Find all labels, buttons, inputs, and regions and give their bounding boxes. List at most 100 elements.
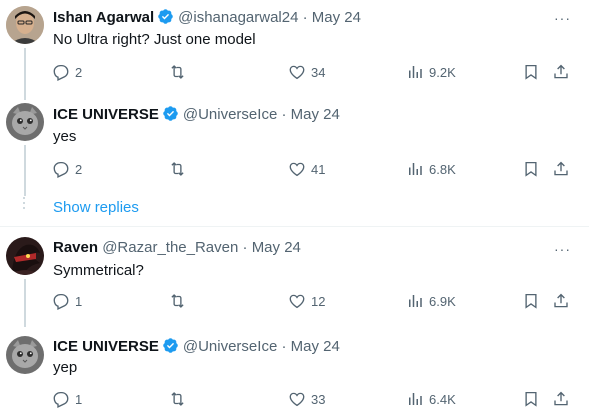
- timestamp[interactable]: May 24: [291, 338, 340, 355]
- thread-line: [24, 48, 26, 100]
- reply-count: 2: [75, 64, 83, 80]
- bookmark-icon: [522, 63, 540, 81]
- retweet-button[interactable]: [168, 291, 187, 311]
- handle[interactable]: @UniverseIce: [183, 106, 277, 123]
- reply-icon: [52, 292, 70, 310]
- tweet-text: Symmetrical?: [53, 262, 144, 279]
- avatar[interactable]: [6, 6, 44, 44]
- bookmark-button[interactable]: [522, 389, 540, 409]
- reply-button[interactable]: 1: [52, 291, 82, 311]
- display-name[interactable]: Ishan Agarwal: [53, 9, 154, 26]
- like-icon: [288, 390, 306, 408]
- timestamp[interactable]: May 24: [312, 9, 361, 26]
- handle[interactable]: @ishanagarwal24: [178, 9, 298, 26]
- like-count: 34: [311, 64, 326, 80]
- bookmark-button[interactable]: [522, 291, 540, 311]
- retweet-icon: [168, 160, 187, 178]
- avatar[interactable]: [6, 336, 44, 374]
- verified-badge-icon: [162, 105, 179, 127]
- separator-dot: ·: [302, 9, 308, 26]
- timestamp[interactable]: May 24: [252, 239, 301, 256]
- views-button[interactable]: 9.2K: [406, 62, 456, 82]
- more-icon[interactable]: ···: [554, 10, 571, 26]
- timestamp[interactable]: May 24: [291, 106, 340, 123]
- bookmark-button[interactable]: [522, 62, 540, 82]
- thread-line: [24, 279, 26, 327]
- views-button[interactable]: 6.4K: [406, 389, 456, 409]
- views-button[interactable]: 6.8K: [406, 159, 456, 179]
- like-count: 12: [311, 293, 326, 309]
- like-count: 41: [311, 161, 326, 177]
- tweet-header: ICE UNIVERSE @UniverseIce · May 24: [53, 105, 340, 127]
- bookmark-button[interactable]: [522, 159, 540, 179]
- reply-icon: [52, 390, 70, 408]
- display-name[interactable]: ICE UNIVERSE: [53, 338, 159, 355]
- like-button[interactable]: 33: [288, 389, 325, 409]
- bookmark-icon: [522, 390, 540, 408]
- retweet-button[interactable]: [168, 62, 187, 82]
- like-button[interactable]: 41: [288, 159, 325, 179]
- retweet-icon: [168, 292, 187, 310]
- tweet-2[interactable]: ICE UNIVERSE @UniverseIce · May 24 yes 2 …: [0, 100, 589, 196]
- views-count: 6.9K: [429, 293, 456, 309]
- like-icon: [288, 160, 306, 178]
- like-button[interactable]: 34: [288, 62, 325, 82]
- reply-icon: [52, 63, 70, 81]
- reply-button[interactable]: 1: [52, 389, 82, 409]
- views-count: 6.8K: [429, 161, 456, 177]
- avatar[interactable]: [6, 103, 44, 141]
- retweet-button[interactable]: [168, 389, 187, 409]
- reply-icon: [52, 160, 70, 178]
- separator-dot: ·: [281, 106, 287, 123]
- action-bar: 2 41 6.8K: [52, 159, 572, 181]
- verified-badge-icon: [157, 8, 174, 30]
- handle[interactable]: @Razar_the_Raven: [102, 239, 238, 256]
- reply-count: 2: [75, 161, 83, 177]
- show-replies-link[interactable]: Show replies: [53, 199, 139, 216]
- share-button[interactable]: [552, 62, 570, 82]
- like-button[interactable]: 12: [288, 291, 325, 311]
- views-count: 6.4K: [429, 391, 456, 407]
- separator-dot: ·: [281, 338, 287, 355]
- views-icon: [406, 63, 424, 81]
- action-bar: 1 12 6.9K: [52, 291, 572, 313]
- tweet-4[interactable]: ICE UNIVERSE @UniverseIce · May 24 yep 1 …: [0, 327, 589, 418]
- like-count: 33: [311, 391, 326, 407]
- display-name[interactable]: ICE UNIVERSE: [53, 106, 159, 123]
- tweet-header: Raven @Razar_the_Raven · May 24: [53, 239, 301, 257]
- avatar[interactable]: [6, 237, 44, 275]
- tweet-text: No Ultra right? Just one model: [53, 31, 256, 48]
- reply-button[interactable]: 2: [52, 159, 82, 179]
- tweet-header: Ishan Agarwal @ishanagarwal24 · May 24: [53, 8, 361, 30]
- like-icon: [288, 63, 306, 81]
- retweet-button[interactable]: [168, 159, 187, 179]
- separator-dot: ·: [242, 239, 248, 256]
- share-icon: [552, 390, 570, 408]
- share-button[interactable]: [552, 389, 570, 409]
- share-icon: [552, 292, 570, 310]
- action-bar: 1 33 6.4K: [52, 389, 572, 411]
- verified-badge-icon: [162, 337, 179, 359]
- views-icon: [406, 160, 424, 178]
- like-icon: [288, 292, 306, 310]
- handle[interactable]: @UniverseIce: [183, 338, 277, 355]
- thread-line: [24, 145, 26, 196]
- bookmark-icon: [522, 292, 540, 310]
- views-count: 9.2K: [429, 64, 456, 80]
- reply-button[interactable]: 2: [52, 62, 82, 82]
- tweet-text: yes: [53, 128, 77, 145]
- share-button[interactable]: [552, 291, 570, 311]
- retweet-icon: [168, 63, 187, 81]
- retweet-icon: [168, 390, 187, 408]
- bookmark-icon: [522, 160, 540, 178]
- views-icon: [406, 292, 424, 310]
- tweet-3[interactable]: Raven @Razar_the_Raven · May 24 ··· Symm…: [0, 227, 589, 327]
- views-button[interactable]: 6.9K: [406, 291, 456, 311]
- tweet-text: yep: [53, 359, 78, 376]
- tweet-1[interactable]: Ishan Agarwal @ishanagarwal24 · May 24 ··…: [0, 0, 589, 100]
- reply-count: 1: [75, 391, 83, 407]
- thread-dots: [23, 197, 25, 212]
- share-button[interactable]: [552, 159, 570, 179]
- display-name[interactable]: Raven: [53, 239, 98, 256]
- more-icon[interactable]: ···: [554, 241, 571, 257]
